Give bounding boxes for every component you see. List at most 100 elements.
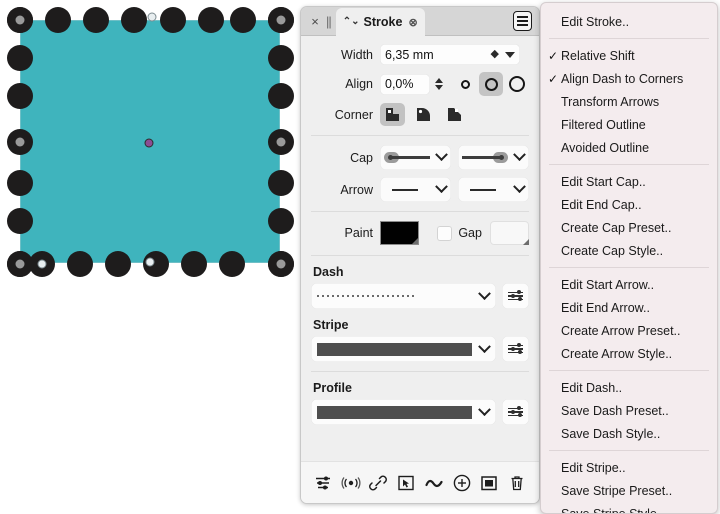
stripe-select[interactable]: [311, 336, 496, 362]
align-outside-button[interactable]: [505, 72, 529, 96]
menu-item-edit-end-arrow[interactable]: Edit End Arrow..: [541, 296, 717, 319]
menu-item-save-stripe-preset[interactable]: Save Stripe Preset..: [541, 479, 717, 502]
edge-handle[interactable]: [198, 7, 224, 33]
tab-stroke[interactable]: ⌃⌄ Stroke ⊗: [336, 8, 425, 36]
start-arrow-chevron-down-icon[interactable]: [435, 180, 448, 193]
width-dropdown-icon[interactable]: [505, 52, 515, 58]
menu-item-create-arrow-preset[interactable]: Create Arrow Preset..: [541, 319, 717, 342]
dash-chevron-down-icon[interactable]: [478, 287, 491, 300]
paint-color-swatch[interactable]: [380, 221, 419, 245]
edge-handle[interactable]: [7, 45, 33, 71]
edge-handle[interactable]: [7, 208, 33, 234]
align-stepper-up-icon[interactable]: [435, 78, 443, 83]
corner-bevel-button[interactable]: [442, 103, 467, 126]
menu-item-avoided-outline[interactable]: Avoided Outline: [541, 136, 717, 159]
edge-handle[interactable]: [181, 251, 207, 277]
menu-item-edit-dash[interactable]: Edit Dash..: [541, 376, 717, 399]
menu-item-filtered-outline[interactable]: Filtered Outline: [541, 113, 717, 136]
mini-handle[interactable]: [146, 258, 155, 267]
link-icon[interactable]: [367, 472, 389, 494]
shape-center-marker[interactable]: [145, 139, 154, 148]
corner-handle[interactable]: [268, 7, 294, 33]
end-arrow-chevron-down-icon[interactable]: [513, 180, 526, 193]
menu-item-edit-start-arrow[interactable]: Edit Start Arrow..: [541, 273, 717, 296]
sound-waves-icon[interactable]: [340, 472, 362, 494]
drawing-canvas[interactable]: [0, 0, 300, 510]
edge-handle[interactable]: [105, 251, 131, 277]
stroke-context-menu[interactable]: Edit Stroke.. ✓Relative Shift✓Align Dash …: [540, 2, 718, 514]
corner-round-button[interactable]: [411, 103, 436, 126]
menu-item-edit-stripe[interactable]: Edit Stripe..: [541, 456, 717, 479]
edge-handle[interactable]: [219, 251, 245, 277]
stroke-panel[interactable]: × || ⌃⌄ Stroke ⊗ Width 6,35 mm ◆: [300, 6, 540, 504]
trash-icon[interactable]: [506, 472, 528, 494]
align-input[interactable]: 0,0%: [380, 74, 430, 95]
corner-handle[interactable]: [7, 7, 33, 33]
edge-handle[interactable]: [268, 45, 294, 71]
menu-item-create-arrow-style[interactable]: Create Arrow Style..: [541, 342, 717, 365]
stripe-chevron-down-icon[interactable]: [478, 340, 491, 353]
profile-select[interactable]: [311, 399, 496, 425]
select-arrow-icon[interactable]: [395, 472, 417, 494]
panel-footer-toolbar[interactable]: [301, 461, 539, 503]
edge-handle[interactable]: [160, 7, 186, 33]
gap-checkbox[interactable]: [437, 226, 452, 241]
edge-handle[interactable]: [230, 7, 256, 33]
tab-sort-icon[interactable]: ⌃⌄: [343, 17, 360, 27]
profile-settings-button[interactable]: [502, 399, 529, 425]
align-stepper-down-icon[interactable]: [435, 85, 443, 90]
menu-item-edit-stroke[interactable]: Edit Stroke..: [541, 10, 717, 33]
corner-handle[interactable]: [7, 251, 33, 277]
align-stepper[interactable]: [435, 78, 443, 90]
plus-circle-icon[interactable]: [451, 472, 473, 494]
end-cap-select[interactable]: [458, 145, 529, 170]
menu-item-save-dash-style[interactable]: Save Dash Style..: [541, 422, 717, 445]
menu-item-edit-start-cap[interactable]: Edit Start Cap..: [541, 170, 717, 193]
menu-item-align-dash-to-corners[interactable]: ✓Align Dash to Corners: [541, 67, 717, 90]
edge-handle[interactable]: [268, 208, 294, 234]
dash-settings-button[interactable]: [502, 283, 529, 309]
width-stepper-icon[interactable]: ◆: [491, 49, 498, 60]
start-arrow-select[interactable]: [380, 177, 451, 202]
menu-item-save-stripe-style[interactable]: Save Stripe Style..: [541, 502, 717, 514]
edge-handle[interactable]: [83, 7, 109, 33]
corner-handle[interactable]: [268, 251, 294, 277]
menu-item-relative-shift[interactable]: ✓Relative Shift: [541, 44, 717, 67]
edge-handle[interactable]: [121, 7, 147, 33]
panel-close-icon[interactable]: ×: [307, 13, 323, 29]
sliders-icon[interactable]: [312, 472, 334, 494]
menu-item-create-cap-style[interactable]: Create Cap Style..: [541, 239, 717, 262]
edge-handle[interactable]: [45, 7, 71, 33]
align-center-button[interactable]: [479, 72, 503, 96]
edge-handle[interactable]: [268, 170, 294, 196]
start-cap-select[interactable]: [380, 145, 451, 170]
menu-item-label: Transform Arrows: [561, 95, 659, 109]
profile-chevron-down-icon[interactable]: [478, 403, 491, 416]
edge-handle[interactable]: [67, 251, 93, 277]
stripe-settings-button[interactable]: [502, 336, 529, 362]
corner-handle[interactable]: [7, 129, 33, 155]
mini-handle[interactable]: [148, 13, 157, 22]
corner-miter-button[interactable]: [380, 103, 405, 126]
square-icon[interactable]: [478, 472, 500, 494]
corner-handle[interactable]: [268, 129, 294, 155]
edge-handle[interactable]: [7, 170, 33, 196]
end-cap-chevron-down-icon[interactable]: [513, 148, 526, 161]
mini-handle[interactable]: [38, 260, 47, 269]
end-arrow-select[interactable]: [458, 177, 529, 202]
menu-item-save-dash-preset[interactable]: Save Dash Preset..: [541, 399, 717, 422]
tab-close-icon[interactable]: ⊗: [408, 16, 417, 29]
width-input[interactable]: 6,35 mm ◆: [380, 44, 520, 65]
menu-item-create-cap-preset[interactable]: Create Cap Preset..: [541, 216, 717, 239]
wave-icon[interactable]: [423, 472, 445, 494]
align-inside-button[interactable]: [453, 72, 477, 96]
edge-handle[interactable]: [7, 83, 33, 109]
menu-item-edit-end-cap[interactable]: Edit End Cap..: [541, 193, 717, 216]
panel-drag-grip-icon[interactable]: ||: [326, 14, 331, 29]
start-cap-chevron-down-icon[interactable]: [435, 148, 448, 161]
menu-item-transform-arrows[interactable]: Transform Arrows: [541, 90, 717, 113]
dash-select[interactable]: [311, 283, 496, 309]
edge-handle[interactable]: [268, 83, 294, 109]
panel-menu-icon[interactable]: [513, 11, 532, 31]
gap-color-swatch[interactable]: [490, 221, 529, 245]
